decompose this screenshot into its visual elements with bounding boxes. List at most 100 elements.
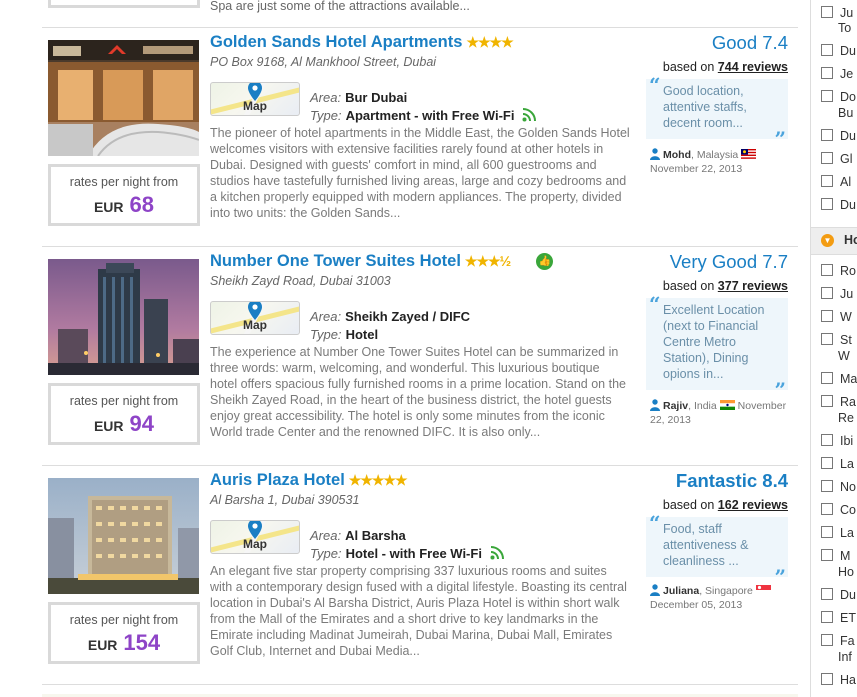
checkbox[interactable] (821, 90, 833, 102)
filter-option[interactable]: Al (821, 175, 851, 189)
rate-box[interactable]: rates per night from EUR 154 (48, 602, 200, 664)
filter-section-header[interactable]: ▼ Ho (811, 227, 857, 255)
filter-option[interactable]: Do (821, 90, 856, 104)
filter-option[interactable]: Du (821, 129, 856, 143)
checkbox[interactable] (821, 372, 833, 384)
star-rating: ★★★★★ (348, 472, 408, 488)
checkbox[interactable] (821, 198, 833, 210)
checkbox[interactable] (821, 503, 833, 515)
quote-text: Excellent Location (next to Financial Ce… (663, 303, 765, 381)
rate-box[interactable]: rates per night from EUR 94 (48, 383, 200, 445)
map-button[interactable]: Map (210, 82, 300, 116)
review-date: November 22, 2013 (650, 163, 743, 175)
filter-option[interactable]: Ju (821, 287, 853, 301)
review-score[interactable]: Fantastic 8.4 (676, 470, 788, 492)
hotel-photo[interactable] (48, 259, 199, 375)
search-results: Spa are just some of the attractions ava… (0, 0, 798, 697)
filter-label-line2: To (838, 21, 852, 35)
filter-option[interactable]: W (821, 310, 852, 324)
checkbox[interactable] (821, 44, 833, 56)
reviewer-info: Mohd, Malaysia November 22, 2013 (650, 148, 795, 176)
review-quote: “ Good location, attentive staffs, decen… (646, 73, 788, 149)
checkbox[interactable] (821, 480, 833, 492)
review-score[interactable]: Very Good 7.7 (670, 251, 788, 273)
checkbox[interactable] (821, 287, 833, 299)
filter-option[interactable]: Ibi (821, 434, 853, 448)
hotel-photo[interactable] (48, 478, 199, 594)
hotel-name-link[interactable]: Number One Tower Suites Hotel (210, 252, 461, 270)
checkbox[interactable] (821, 6, 833, 18)
checkbox[interactable] (821, 395, 833, 407)
review-quote: “ Food, staff attentiveness & cleanlines… (646, 513, 788, 587)
filter-option[interactable]: No (821, 480, 856, 494)
checkbox[interactable] (821, 611, 833, 623)
reviewer-country: , Malaysia (691, 149, 739, 161)
filter-label: Ibi (840, 434, 854, 448)
hotel-name-link[interactable]: Auris Plaza Hotel (210, 471, 345, 489)
hotel-description: An elegant five star property comprising… (210, 564, 627, 658)
person-icon (650, 584, 660, 596)
open-quote-icon: “ (649, 73, 661, 97)
checkbox[interactable] (821, 152, 833, 164)
currency: EUR (93, 418, 124, 434)
hotel-photo[interactable] (48, 40, 199, 156)
filter-option[interactable]: La (821, 457, 854, 471)
person-icon (650, 399, 660, 411)
checkbox[interactable] (821, 634, 833, 646)
checkbox[interactable] (821, 175, 833, 187)
filter-option[interactable]: Du (821, 198, 856, 212)
filter-label: Ju (840, 287, 854, 301)
checkbox[interactable] (821, 434, 833, 446)
filter-option[interactable]: Gl (821, 152, 853, 166)
filter-option[interactable]: La (821, 526, 854, 540)
filter-label: Ju (840, 6, 854, 20)
quote-text: Good location, attentive staffs, decent … (663, 84, 747, 130)
filter-option[interactable]: Ju (821, 6, 853, 20)
reviewer-name: Mohd (663, 149, 691, 161)
hotel-card: rates per night from EUR 94 Number One To… (42, 251, 798, 466)
filter-option[interactable]: Ma (821, 372, 857, 386)
map-label: Map (243, 318, 267, 332)
chevron-down-icon[interactable]: ▼ (821, 234, 834, 247)
reviewer-country: , India (688, 400, 717, 412)
filter-option[interactable]: Je (821, 67, 853, 81)
reviewer-info: Rajiv, India November 22, 2013 (650, 399, 795, 427)
review-score[interactable]: Good 7.4 (712, 32, 788, 54)
filter-option[interactable]: Ra (821, 395, 856, 409)
filter-option[interactable]: Fa (821, 634, 855, 648)
star-rating: ★★★½ (464, 253, 511, 269)
filter-option[interactable]: Ro (821, 264, 856, 278)
checkbox[interactable] (821, 129, 833, 141)
checkbox[interactable] (821, 549, 833, 561)
filter-label: La (840, 457, 854, 471)
filter-option[interactable]: Du (821, 44, 856, 58)
checkbox[interactable] (821, 526, 833, 538)
filter-option[interactable]: Co (821, 503, 856, 517)
checkbox[interactable] (821, 310, 833, 322)
filter-label: Fa (840, 634, 855, 648)
type-label: Type: (310, 327, 342, 342)
reviews-link[interactable]: 162 reviews (718, 498, 788, 512)
reviews-link[interactable]: 744 reviews (718, 60, 788, 74)
reviews-link[interactable]: 377 reviews (718, 279, 788, 293)
close-quote-icon: ” (774, 127, 786, 151)
hotel-name-link[interactable]: Golden Sands Hotel Apartments (210, 33, 462, 51)
filter-option[interactable]: M (821, 549, 850, 563)
map-button[interactable]: Map (210, 520, 300, 554)
checkbox[interactable] (821, 588, 833, 600)
checkbox[interactable] (821, 457, 833, 469)
map-button[interactable]: Map (210, 301, 300, 335)
filter-option[interactable]: Ha (821, 673, 856, 687)
filter-label: St (840, 333, 852, 347)
filter-option[interactable]: St (821, 333, 852, 347)
filter-option[interactable]: ET (821, 611, 856, 625)
rate-box[interactable]: rates per night from EUR 68 (48, 164, 200, 226)
price: 94 (129, 411, 155, 436)
checkbox[interactable] (821, 264, 833, 276)
previous-result-fragment: Spa are just some of the attractions ava… (42, 0, 798, 28)
filter-option[interactable]: Du (821, 588, 856, 602)
checkbox[interactable] (821, 67, 833, 79)
checkbox[interactable] (821, 333, 833, 345)
filter-label: No (840, 480, 856, 494)
checkbox[interactable] (821, 673, 833, 685)
